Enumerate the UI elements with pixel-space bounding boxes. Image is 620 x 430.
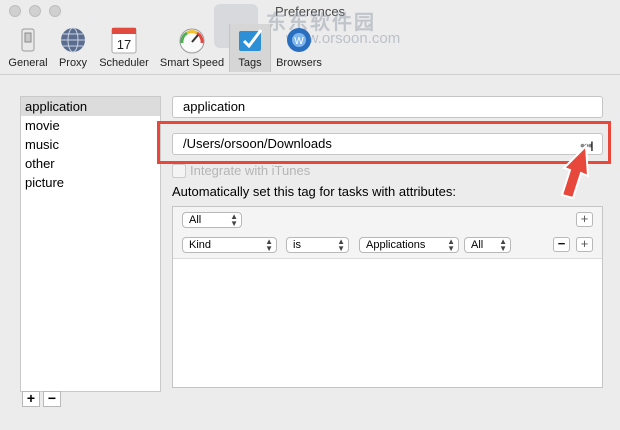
list-item[interactable]: application bbox=[21, 97, 160, 116]
operator-select-value: is bbox=[293, 239, 301, 251]
match-select[interactable]: All ▲ ▼ bbox=[182, 212, 242, 228]
itunes-checkbox-label: Integrate with iTunes bbox=[190, 163, 311, 178]
window-title: Preferences bbox=[274, 4, 346, 19]
toolbar-general[interactable]: General bbox=[4, 24, 52, 72]
add-tag-button[interactable]: + bbox=[22, 391, 40, 407]
toolbar-general-label: General bbox=[8, 57, 48, 69]
toolbar-smart-speed-label: Smart Speed bbox=[159, 57, 225, 69]
value-select[interactable]: Applications ▲ ▼ bbox=[359, 237, 459, 253]
match-select-value: All bbox=[189, 214, 202, 226]
general-switch-icon bbox=[13, 26, 43, 54]
toolbar-scheduler[interactable]: 17 Scheduler bbox=[95, 24, 153, 72]
attribute-select-value: Kind bbox=[189, 239, 212, 251]
attribute-select[interactable]: Kind ▲ ▼ bbox=[182, 237, 277, 253]
value-select-value: Applications bbox=[366, 239, 426, 251]
tag-check-icon bbox=[235, 26, 265, 54]
scope-select[interactable]: All ▲ ▼ bbox=[464, 237, 511, 253]
tag-name-field[interactable]: application bbox=[172, 96, 603, 118]
toolbar-tags-label: Tags bbox=[238, 57, 262, 69]
remove-tag-button[interactable]: − bbox=[43, 391, 61, 407]
updown-icon: ▲ ▼ bbox=[230, 212, 238, 228]
annotation-arrow-icon bbox=[560, 143, 590, 200]
updown-icon: ▲ ▼ bbox=[447, 237, 455, 253]
speedometer-icon bbox=[177, 26, 207, 54]
browser-icon: W bbox=[284, 26, 314, 54]
toolbar-proxy-label: Proxy bbox=[58, 57, 88, 69]
updown-icon: ▲ ▼ bbox=[265, 237, 273, 253]
calendar-badge: 17 bbox=[117, 37, 131, 52]
remove-rule-button[interactable]: − bbox=[553, 237, 570, 252]
toolbar-proxy[interactable]: Proxy bbox=[54, 24, 92, 72]
updown-icon: ▲ ▼ bbox=[499, 237, 507, 253]
add-rule-group-button[interactable]: + bbox=[576, 212, 593, 227]
toolbar-tags[interactable]: Tags bbox=[229, 24, 271, 72]
toolbar-browsers[interactable]: W Browsers bbox=[272, 24, 326, 72]
list-item[interactable]: picture bbox=[21, 173, 160, 192]
tag-list: application movie music other picture bbox=[20, 96, 161, 392]
operator-select[interactable]: is ▲ ▼ bbox=[286, 237, 349, 253]
toolbar-scheduler-label: Scheduler bbox=[99, 57, 149, 69]
rule-row: Kind ▲ ▼ is ▲ ▼ Applications ▲ ▼ All ▲ ▼ − + bbox=[173, 232, 602, 259]
toolbar-browsers-label: Browsers bbox=[276, 57, 322, 69]
rules-editor: All ▲ ▼ + Kind ▲ ▼ is ▲ ▼ Applications ▲ ▼ All ▲ ▼… bbox=[172, 206, 603, 388]
rules-header-row: All ▲ ▼ + bbox=[173, 207, 602, 233]
list-item[interactable]: movie bbox=[21, 116, 160, 135]
globe-icon bbox=[58, 26, 88, 54]
svg-text:W: W bbox=[294, 36, 304, 47]
title-bar: Preferences bbox=[0, 0, 620, 22]
preferences-toolbar: General Proxy 17 Scheduler Smart Speed T… bbox=[0, 22, 620, 75]
scope-select-value: All bbox=[471, 239, 484, 251]
auto-tag-label: Automatically set this tag for tasks wit… bbox=[172, 184, 456, 199]
highlight-box bbox=[157, 121, 611, 164]
add-rule-button[interactable]: + bbox=[576, 237, 593, 252]
updown-icon: ▲ ▼ bbox=[337, 237, 345, 253]
list-item[interactable]: other bbox=[21, 154, 160, 173]
calendar-icon: 17 bbox=[109, 26, 139, 54]
itunes-checkbox[interactable] bbox=[172, 164, 186, 178]
list-item[interactable]: music bbox=[21, 135, 160, 154]
toolbar-smart-speed[interactable]: Smart Speed bbox=[156, 24, 228, 72]
